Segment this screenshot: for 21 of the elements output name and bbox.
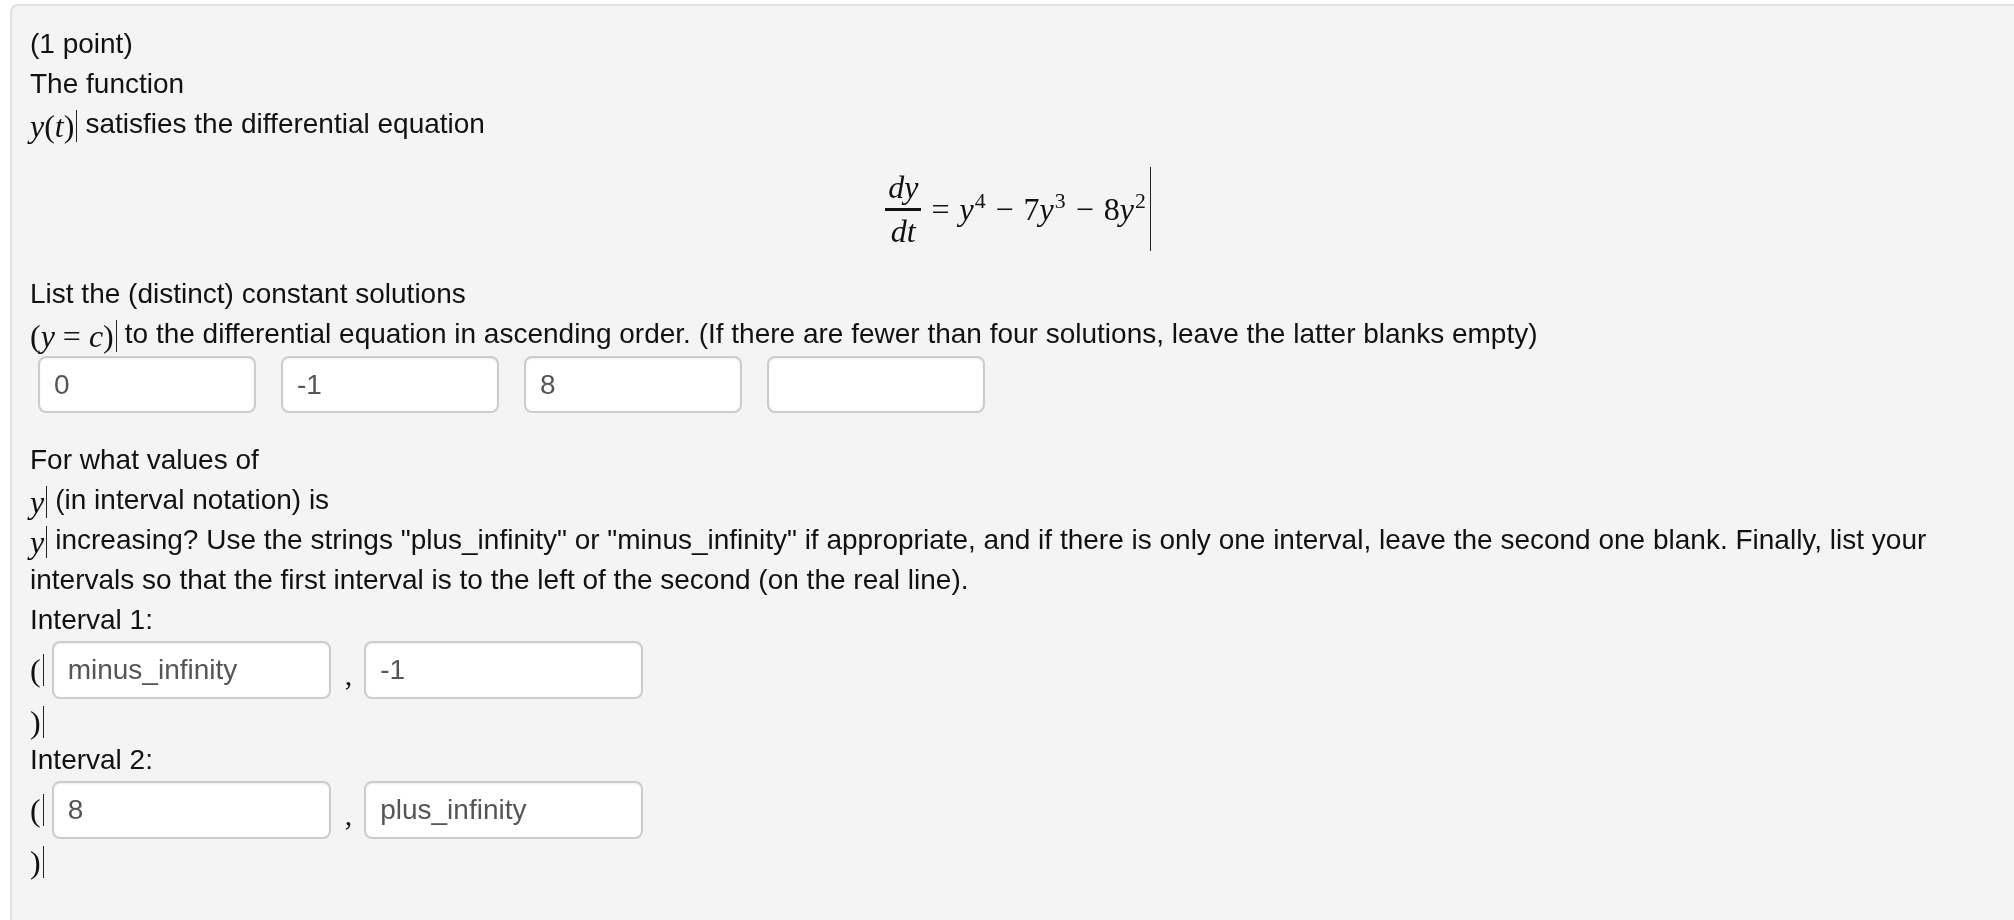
problem-text: (y = c) to the differential equation in ascending order. (If there are fewer than four solutions, leave the latter blanks empty) [30, 317, 1538, 354]
problem-text: For what values of [30, 443, 259, 477]
problem-text: Interval 2: [30, 743, 153, 777]
math-expression: ) [30, 840, 52, 880]
math-expression: ( [30, 794, 44, 826]
answer-field[interactable]: 8 [51, 781, 331, 839]
problem-text: The function [30, 67, 185, 101]
answer-field[interactable]: -1 [281, 356, 499, 413]
problem-text: (1 point) [30, 27, 133, 61]
comma-separator: , [344, 800, 353, 830]
answer-field[interactable]: minus_infinity [51, 641, 331, 699]
answer-field[interactable]: -1 [364, 641, 644, 699]
answer-field[interactable]: 8 [524, 356, 742, 413]
answer-field[interactable]: 0 [38, 356, 256, 413]
math-expression: ) [30, 700, 52, 740]
answer-field[interactable]: plus_infinity [364, 781, 644, 839]
math-expression: ( [30, 654, 44, 686]
answer-field[interactable] [767, 356, 985, 413]
comma-separator: , [344, 660, 353, 690]
problem-text: Interval 1: [30, 603, 153, 637]
problem-text: List the (distinct) constant solutions [30, 277, 466, 311]
